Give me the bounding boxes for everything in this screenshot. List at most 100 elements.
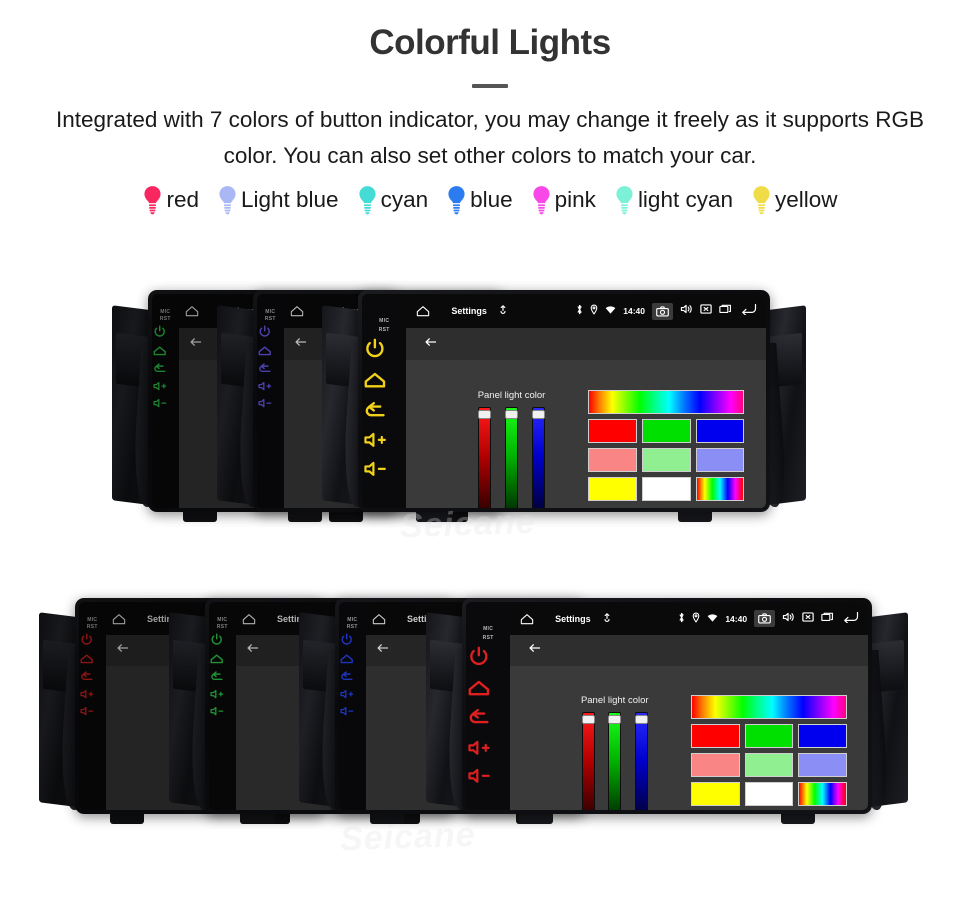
green-slider[interactable] xyxy=(504,407,518,508)
color-swatch[interactable] xyxy=(798,753,847,778)
color-swatch[interactable] xyxy=(695,418,745,443)
back-icon[interactable] xyxy=(209,669,236,687)
touch-screen[interactable]: Settings xyxy=(235,602,451,810)
volume-down-icon[interactable] xyxy=(362,457,406,486)
power-icon[interactable] xyxy=(339,632,366,650)
color-swatch[interactable] xyxy=(691,724,740,749)
color-swatch[interactable] xyxy=(744,753,794,778)
power-icon[interactable] xyxy=(152,324,179,342)
volume-down-icon[interactable] xyxy=(339,704,366,721)
slider-thumb[interactable] xyxy=(581,715,595,725)
color-swatch[interactable] xyxy=(798,782,847,807)
color-swatch[interactable] xyxy=(588,418,637,443)
back-arrow-icon[interactable] xyxy=(528,641,542,660)
back-icon[interactable] xyxy=(152,361,179,379)
color-swatch[interactable] xyxy=(691,753,740,778)
back-arrow-icon[interactable] xyxy=(294,335,308,354)
touch-screen[interactable]: Settings xyxy=(105,602,321,810)
slider-thumb[interactable] xyxy=(531,410,545,420)
close-box-icon[interactable] xyxy=(802,610,814,628)
volume-up-icon[interactable] xyxy=(466,736,510,765)
unit-blue[interactable]: MIC RST Settings xyxy=(299,598,621,824)
power-icon[interactable] xyxy=(257,324,284,342)
color-swatch[interactable] xyxy=(691,782,740,807)
slider-thumb[interactable] xyxy=(608,715,622,725)
home-icon[interactable] xyxy=(371,602,393,635)
back-icon[interactable] xyxy=(257,361,284,379)
unit-purple[interactable]: MIC RST Settings xyxy=(217,290,539,522)
home-icon[interactable] xyxy=(466,675,510,706)
volume-up-icon[interactable] xyxy=(257,379,284,396)
back-icon[interactable] xyxy=(339,669,366,687)
home-icon[interactable] xyxy=(79,651,106,669)
home-icon[interactable] xyxy=(257,343,284,361)
color-swatch[interactable] xyxy=(641,447,691,472)
blue-slider[interactable] xyxy=(634,712,648,810)
back-icon[interactable] xyxy=(466,705,510,736)
recents-icon[interactable] xyxy=(719,302,732,320)
color-swatch[interactable] xyxy=(641,476,691,501)
touch-screen[interactable]: Settings xyxy=(365,602,581,810)
color-swatch[interactable] xyxy=(588,476,637,501)
speaker-icon[interactable] xyxy=(680,302,693,320)
camera-icon[interactable] xyxy=(754,610,776,628)
color-swatch[interactable] xyxy=(744,782,794,807)
back-arrow-icon[interactable] xyxy=(246,641,260,660)
unit-red-front[interactable]: MIC RST Settings 14:40 Panel light color xyxy=(426,598,908,824)
back-arrow-icon[interactable] xyxy=(189,335,203,354)
slider-thumb[interactable] xyxy=(634,715,648,725)
touch-screen[interactable]: Settings 14:40 Panel light color xyxy=(406,294,766,508)
unit-red[interactable]: MIC RST Settings xyxy=(39,598,361,824)
volume-up-icon[interactable] xyxy=(79,687,106,704)
back-icon[interactable] xyxy=(841,610,859,628)
blue-slider[interactable] xyxy=(531,407,545,508)
volume-down-icon[interactable] xyxy=(466,764,510,793)
speaker-icon[interactable] xyxy=(782,610,795,628)
back-icon[interactable] xyxy=(739,302,757,320)
back-icon[interactable] xyxy=(79,669,106,687)
slider-thumb[interactable] xyxy=(478,410,492,420)
volume-up-icon[interactable] xyxy=(339,687,366,704)
volume-up-icon[interactable] xyxy=(362,428,406,457)
green-slider[interactable] xyxy=(608,712,622,810)
unit-green[interactable]: MIC RST Settings xyxy=(112,290,434,522)
home-icon[interactable] xyxy=(184,294,206,328)
power-icon[interactable] xyxy=(209,632,236,650)
volume-down-icon[interactable] xyxy=(257,396,284,413)
camera-icon[interactable] xyxy=(652,302,674,320)
volume-down-icon[interactable] xyxy=(152,396,179,413)
slider-thumb[interactable] xyxy=(504,410,518,420)
home-icon[interactable] xyxy=(362,367,406,398)
color-swatch[interactable] xyxy=(695,476,745,501)
touch-screen[interactable]: Settings 14:40 Panel light color xyxy=(510,602,868,810)
touch-screen[interactable]: Settings xyxy=(178,294,394,508)
home-icon[interactable] xyxy=(241,602,263,635)
unit-yellow[interactable]: MIC RST Settings 14:40 Panel light color xyxy=(322,290,806,522)
volume-down-icon[interactable] xyxy=(209,704,236,721)
power-icon[interactable] xyxy=(466,644,510,675)
home-icon[interactable] xyxy=(289,294,311,328)
back-arrow-icon[interactable] xyxy=(116,641,130,660)
rainbow-gradient-bar[interactable] xyxy=(691,695,847,720)
power-icon[interactable] xyxy=(362,336,406,367)
unit-green[interactable]: MIC RST Settings xyxy=(169,598,491,824)
home-icon[interactable] xyxy=(152,343,179,361)
mic-icon[interactable] xyxy=(603,612,611,625)
recents-icon[interactable] xyxy=(821,610,834,628)
volume-down-icon[interactable] xyxy=(79,704,106,721)
volume-up-icon[interactable] xyxy=(209,687,236,704)
power-icon[interactable] xyxy=(79,632,106,650)
red-slider[interactable] xyxy=(478,407,492,508)
back-arrow-icon[interactable] xyxy=(424,335,438,354)
color-swatch[interactable] xyxy=(798,724,847,749)
home-icon[interactable] xyxy=(415,294,437,328)
home-icon[interactable] xyxy=(339,651,366,669)
color-swatch[interactable] xyxy=(744,724,794,749)
mic-icon[interactable] xyxy=(499,305,507,317)
volume-up-icon[interactable] xyxy=(152,379,179,396)
color-swatch[interactable] xyxy=(641,418,691,443)
color-swatch[interactable] xyxy=(588,447,637,472)
touch-screen[interactable]: Settings xyxy=(283,294,499,508)
color-swatch[interactable] xyxy=(695,447,745,472)
rainbow-gradient-bar[interactable] xyxy=(588,389,745,414)
